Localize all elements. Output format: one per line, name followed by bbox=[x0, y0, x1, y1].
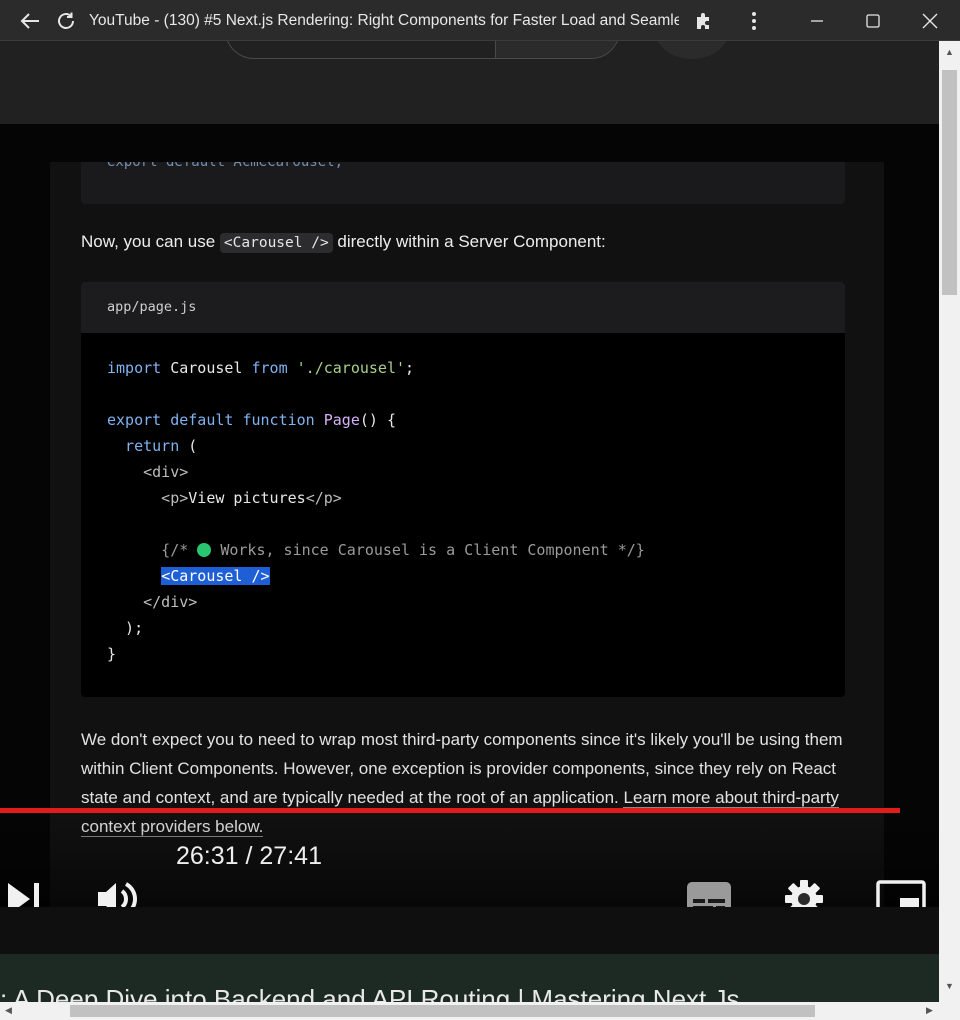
puzzle-icon[interactable] bbox=[693, 10, 715, 32]
code-token: <p> bbox=[107, 489, 189, 507]
browser-title-bar: YouTube - (130) #5 Next.js Rendering: Ri… bbox=[0, 0, 960, 41]
back-arrow-icon[interactable] bbox=[19, 10, 41, 32]
recommended-video-title[interactable]: : A Deep Dive into Backend and API Routi… bbox=[0, 984, 740, 1002]
code-token: {/* bbox=[107, 541, 198, 559]
code-token: () { bbox=[359, 411, 396, 429]
voice-search-button[interactable] bbox=[655, 41, 729, 59]
scroll-up-arrow-icon[interactable]: ▲ bbox=[945, 47, 954, 57]
code-file-name: app/page.js bbox=[81, 282, 845, 333]
code-block: app/page.js import Carousel from './caro… bbox=[81, 282, 845, 697]
code-token: from bbox=[251, 359, 288, 377]
horizontal-scroll-thumb[interactable] bbox=[70, 1005, 815, 1017]
time-separator: / bbox=[238, 842, 260, 870]
search-button[interactable] bbox=[495, 41, 619, 58]
kebab-menu-icon[interactable] bbox=[743, 10, 765, 32]
window-title: YouTube - (130) #5 Next.js Rendering: Ri… bbox=[89, 12, 679, 29]
video-player[interactable]: export default AcmeCarousel; Now, you ca… bbox=[0, 124, 939, 907]
code-token: export default function bbox=[107, 411, 315, 429]
volume-icon[interactable] bbox=[96, 879, 138, 907]
maximize-icon[interactable] bbox=[862, 10, 884, 32]
video-frame-document: export default AcmeCarousel; Now, you ca… bbox=[50, 162, 884, 907]
minimize-icon[interactable] bbox=[806, 10, 828, 32]
code-token: './carousel' bbox=[287, 359, 406, 377]
youtube-header bbox=[0, 41, 939, 124]
horizontal-scrollbar[interactable]: ◀ ▶ bbox=[0, 1002, 960, 1020]
code-token: </div> bbox=[107, 593, 198, 611]
previous-code-block: export default AcmeCarousel; bbox=[81, 162, 845, 204]
code-token: ( bbox=[179, 437, 198, 455]
search-divider bbox=[495, 41, 496, 59]
code-token: View pictures bbox=[188, 489, 306, 507]
next-video-icon[interactable] bbox=[4, 880, 42, 907]
vertical-scroll-thumb[interactable] bbox=[942, 70, 957, 295]
code-token: Carousel bbox=[161, 359, 252, 377]
scroll-left-arrow-icon[interactable]: ◀ bbox=[5, 1005, 12, 1016]
previous-code-line: export default AcmeCarousel; bbox=[107, 162, 344, 170]
recommended-video-bar[interactable]: : A Deep Dive into Backend and API Routi… bbox=[0, 954, 939, 1002]
settings-gear-icon[interactable] bbox=[783, 878, 825, 907]
code-token: } bbox=[107, 645, 117, 663]
vertical-scrollbar[interactable]: ▲ ▼ bbox=[939, 41, 960, 1002]
code-content: import Carousel from './carousel'; expor… bbox=[107, 355, 645, 667]
intro-before: Now, you can use bbox=[81, 232, 220, 251]
page-viewport: export default AcmeCarousel; Now, you ca… bbox=[0, 41, 939, 1002]
green-circle-icon bbox=[197, 543, 212, 557]
scroll-right-arrow-icon[interactable]: ▶ bbox=[926, 1005, 933, 1016]
code-token: return bbox=[107, 437, 180, 455]
subtitles-icon[interactable] bbox=[686, 881, 732, 907]
reload-icon[interactable] bbox=[55, 10, 77, 32]
current-time: 26:31 bbox=[176, 842, 239, 870]
code-token: ; bbox=[405, 359, 415, 377]
code-token: ); bbox=[107, 619, 144, 637]
selected-code: <Carousel /> bbox=[161, 567, 270, 585]
code-token: import bbox=[107, 359, 162, 377]
time-display: 26:31 / 27:41 bbox=[176, 842, 322, 871]
code-token: Page bbox=[314, 411, 360, 429]
intro-inline-code: <Carousel /> bbox=[219, 233, 333, 253]
miniplayer-icon[interactable] bbox=[876, 880, 926, 907]
progress-bar[interactable] bbox=[0, 808, 900, 813]
code-token: Works, since Carousel is a Client Compon… bbox=[211, 541, 645, 559]
scroll-down-arrow-icon[interactable]: ▼ bbox=[945, 981, 954, 991]
code-token: </p> bbox=[305, 489, 342, 507]
intro-text: Now, you can use <Carousel /> directly w… bbox=[81, 232, 606, 253]
duration: 27:41 bbox=[259, 842, 322, 870]
close-icon[interactable] bbox=[919, 10, 941, 32]
code-token: <div> bbox=[107, 463, 189, 481]
intro-after: directly within a Server Component: bbox=[332, 232, 606, 251]
